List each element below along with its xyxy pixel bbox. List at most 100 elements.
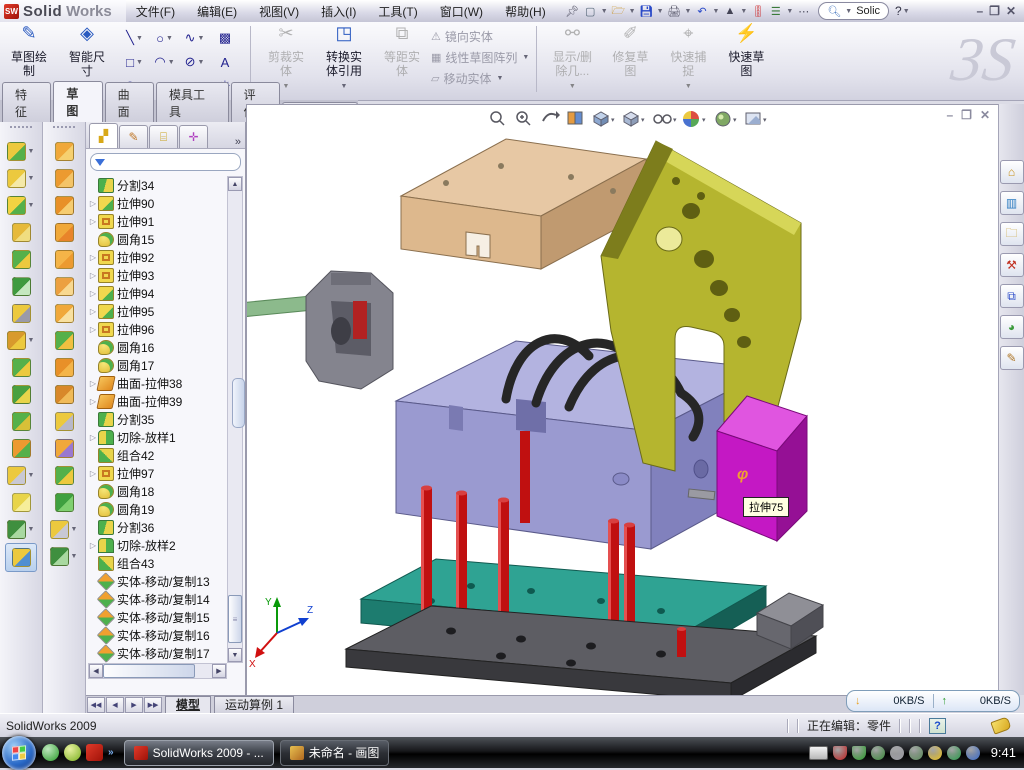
open-icon[interactable]: 🗁︎ <box>610 3 627 20</box>
circle-icon-dropdown[interactable]: ▼ <box>166 35 173 42</box>
trim-surface-icon[interactable] <box>49 435 79 462</box>
taskbar-button-solidworks[interactable]: SolidWorks 2009 - ... <box>124 740 274 766</box>
tab-特征[interactable]: 特征 <box>2 82 51 122</box>
expand-arrow-icon[interactable]: ▷ <box>88 433 98 442</box>
select-icon-dropdown[interactable]: ▼ <box>740 8 747 15</box>
tags-icon[interactable] <box>990 716 1011 734</box>
tree-item[interactable]: ▷拉伸97 <box>88 464 228 482</box>
sketch-text-icon[interactable]: A <box>210 50 240 74</box>
options-list-icon-dropdown[interactable]: ▼ <box>786 8 793 15</box>
extruded-cut-icon-dropdown[interactable]: ▼ <box>28 175 35 182</box>
reference-point-icon[interactable]: ▼ <box>6 462 36 489</box>
circle-icon[interactable]: ○▼ <box>150 26 180 50</box>
tree-filter-input[interactable] <box>90 153 241 171</box>
apply-scene-icon[interactable]: ▾ <box>683 111 706 127</box>
menu-item-3[interactable]: 插入(I) <box>311 1 366 22</box>
open-icon-dropdown[interactable]: ▼ <box>629 8 636 15</box>
appearances-icon[interactable]: ◕ <box>1000 315 1024 339</box>
tree-item[interactable]: 组合42 <box>88 446 228 464</box>
new-document-icon[interactable]: ▢ <box>582 3 599 20</box>
new-document-icon-dropdown[interactable]: ▼ <box>601 8 608 15</box>
doc-minimize-button[interactable]: – <box>946 108 953 122</box>
surface-curve-icon-dropdown[interactable]: ▼ <box>71 553 78 560</box>
pane-splitter-handle[interactable] <box>232 378 245 428</box>
doc-close-button[interactable]: ✕ <box>980 108 990 122</box>
tab-运动算例 1[interactable]: 运动算例 1 <box>214 696 294 714</box>
tab-曲面[interactable]: 曲面 <box>105 82 154 122</box>
heads-up-view-toolbar[interactable]: ▾ ▾ ▾ ▾ ▾ ▾ <box>491 111 767 127</box>
scroll-left-button[interactable]: ◀ <box>89 664 103 678</box>
tab-scroll-last-button[interactable]: ▶▶ <box>144 697 162 713</box>
extruded-surface-icon[interactable] <box>49 192 79 219</box>
doc-restore-button[interactable]: ❐ <box>961 108 972 122</box>
model-3d-view[interactable]: φ <box>247 105 999 696</box>
toolbar-grip[interactable] <box>53 126 75 134</box>
propertymanager-tab[interactable]: ✎ <box>119 125 148 148</box>
options-list-icon[interactable]: ☰ <box>767 3 784 20</box>
split-icon[interactable] <box>6 354 36 381</box>
surface-point-icon[interactable]: ▼ <box>49 516 79 543</box>
ellipse-icon-dropdown[interactable]: ▼ <box>197 59 204 66</box>
menu-item-5[interactable]: 窗口(W) <box>430 1 493 22</box>
pane-tabs-overflow[interactable]: » <box>235 136 241 148</box>
menu-item-2[interactable]: 视图(V) <box>249 1 309 22</box>
search-value[interactable]: Solic <box>856 5 880 17</box>
taskbar-button-paint[interactable]: 未命名 - 画图 <box>280 740 390 766</box>
convert-entities-button-dropdown[interactable]: ▼ <box>341 80 348 94</box>
selection-box-icon[interactable]: ▩ <box>210 26 240 50</box>
part-stop-pin[interactable] <box>677 629 686 657</box>
tree-item[interactable]: 实体-移动/复制16 <box>88 626 228 644</box>
volume-icon[interactable] <box>890 746 904 760</box>
tree-item[interactable]: ▷拉伸94 <box>88 284 228 302</box>
app-minimize-button[interactable]: – <box>976 4 983 18</box>
thicken-icon[interactable] <box>49 354 79 381</box>
menu-item-4[interactable]: 工具(T) <box>368 1 427 22</box>
menu-item-6[interactable]: 帮助(H) <box>495 1 556 22</box>
print-icon-dropdown[interactable]: ▼ <box>685 8 692 15</box>
security-shield-icon[interactable] <box>852 746 866 760</box>
tree-item[interactable]: 分割36 <box>88 518 228 536</box>
combine-icon[interactable] <box>6 408 36 435</box>
expand-arrow-icon[interactable]: ▷ <box>88 307 98 316</box>
usb-icon[interactable] <box>909 746 923 760</box>
section-view-icon[interactable] <box>568 112 582 124</box>
app-restore-button[interactable]: ❐ <box>989 4 1000 18</box>
graphics-area[interactable]: φ <box>246 104 998 695</box>
camera-icon[interactable]: ▾ <box>746 113 767 124</box>
save-icon[interactable]: 💾︎ <box>638 3 655 20</box>
tree-item[interactable]: ▷曲面-拉伸39 <box>88 392 228 410</box>
solidworks-resources-icon[interactable]: ⌂ <box>1000 160 1024 184</box>
tree-item[interactable]: 分割35 <box>88 410 228 428</box>
quick-tips-icon[interactable]: ? <box>929 718 946 734</box>
save-icon-dropdown[interactable]: ▼ <box>657 8 664 15</box>
design-library-icon[interactable]: ▥ <box>1000 191 1024 215</box>
shell-icon[interactable] <box>6 246 36 273</box>
undo-icon[interactable]: ↶ <box>693 3 710 20</box>
tree-item[interactable]: ▷拉伸96 <box>88 320 228 338</box>
dimxpertmanager-tab[interactable]: ✛ <box>179 125 208 148</box>
custom-properties-icon[interactable]: ✎ <box>1000 346 1024 370</box>
rectangle-icon[interactable]: □▼ <box>120 50 150 74</box>
tree-item[interactable]: 实体-移动/复制17 <box>88 644 228 662</box>
tree-item[interactable]: 圆角19 <box>88 500 228 518</box>
part-slide-block[interactable]: φ <box>717 396 807 541</box>
zoom-area-icon[interactable] <box>517 112 530 125</box>
tree-item[interactable]: ▷曲面-拉伸38 <box>88 374 228 392</box>
view-palette-icon[interactable]: ⧉ <box>1000 284 1024 308</box>
pin-icon[interactable]: 📌︎ <box>564 3 581 20</box>
line-icon[interactable]: ╲▼ <box>120 26 150 50</box>
boundary-surface-icon[interactable] <box>49 246 79 273</box>
reference-point-icon-dropdown[interactable]: ▼ <box>28 472 35 479</box>
expand-arrow-icon[interactable]: ▷ <box>88 253 98 262</box>
move-copy-body-icon[interactable] <box>6 435 36 462</box>
display-style-icon[interactable]: ▾ <box>624 112 645 126</box>
undo-icon-dropdown[interactable]: ▼ <box>712 8 719 15</box>
linear-pattern-icon[interactable]: ▼ <box>6 327 36 354</box>
search-dropdown-icon[interactable]: ▼ <box>845 8 852 15</box>
surface-curve-icon[interactable]: ▼ <box>49 543 79 570</box>
toolbar-grip[interactable] <box>10 126 32 134</box>
lofted-surface-icon[interactable] <box>49 219 79 246</box>
tab-模型[interactable]: 模型 <box>165 696 211 714</box>
traffic-light-icon[interactable]: 🚦︎ <box>749 3 766 20</box>
tree-item[interactable]: 分割34 <box>88 176 228 194</box>
